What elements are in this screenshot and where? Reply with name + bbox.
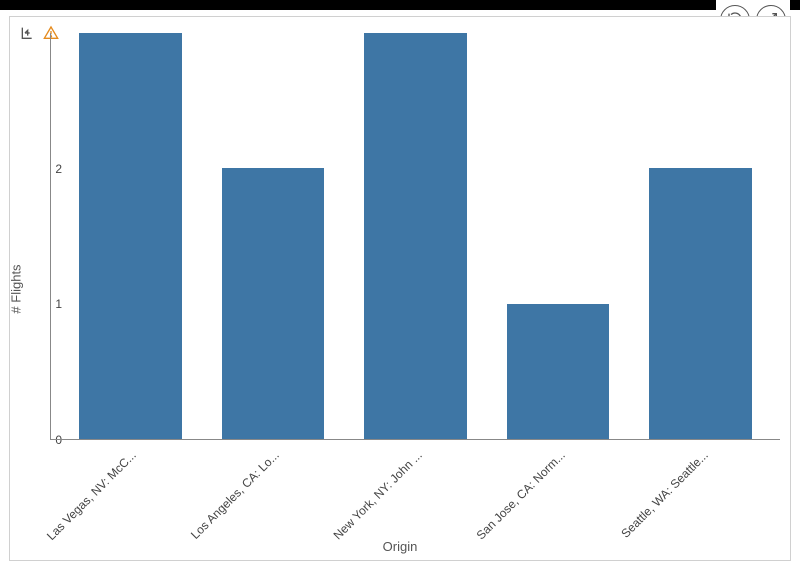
y-axis-label: # Flights (9, 264, 24, 313)
bar[interactable] (364, 33, 467, 439)
bar-container (51, 33, 780, 439)
x-tick-slot: Seattle, WA: Seattle... (629, 440, 772, 538)
chart-panel: # Flights 012 Las Vegas, NV: McC...Los A… (9, 16, 791, 561)
x-tick-label: New York, NY: John ... (331, 448, 425, 542)
export-button[interactable] (18, 25, 36, 43)
x-axis-label: Origin (10, 539, 790, 554)
bar-slot (487, 33, 630, 439)
chart-area (50, 33, 780, 440)
plot-area (50, 33, 780, 440)
bar-slot (344, 33, 487, 439)
bar[interactable] (222, 168, 325, 439)
x-axis-ticks: Las Vegas, NV: McC...Los Angeles, CA: Lo… (50, 440, 780, 538)
window-topbar (0, 0, 800, 10)
bar-slot (59, 33, 202, 439)
x-tick-slot: New York, NY: John ... (344, 440, 487, 538)
x-tick-slot: San Jose, CA: Norm... (486, 440, 629, 538)
bar-slot (202, 33, 345, 439)
bar-slot (629, 33, 772, 439)
bar[interactable] (649, 168, 752, 439)
bar[interactable] (79, 33, 182, 439)
x-tick-slot: Las Vegas, NV: McC... (58, 440, 201, 538)
bar[interactable] (507, 304, 610, 439)
x-tick-label: Los Angeles, CA: Lo... (188, 448, 282, 542)
x-tick-label: Seattle, WA: Seattle... (618, 448, 711, 541)
x-tick-label: San Jose, CA: Norm... (473, 448, 567, 542)
x-tick-slot: Los Angeles, CA: Lo... (201, 440, 344, 538)
export-icon (19, 25, 35, 44)
x-tick-label: Las Vegas, NV: McC... (44, 448, 139, 543)
